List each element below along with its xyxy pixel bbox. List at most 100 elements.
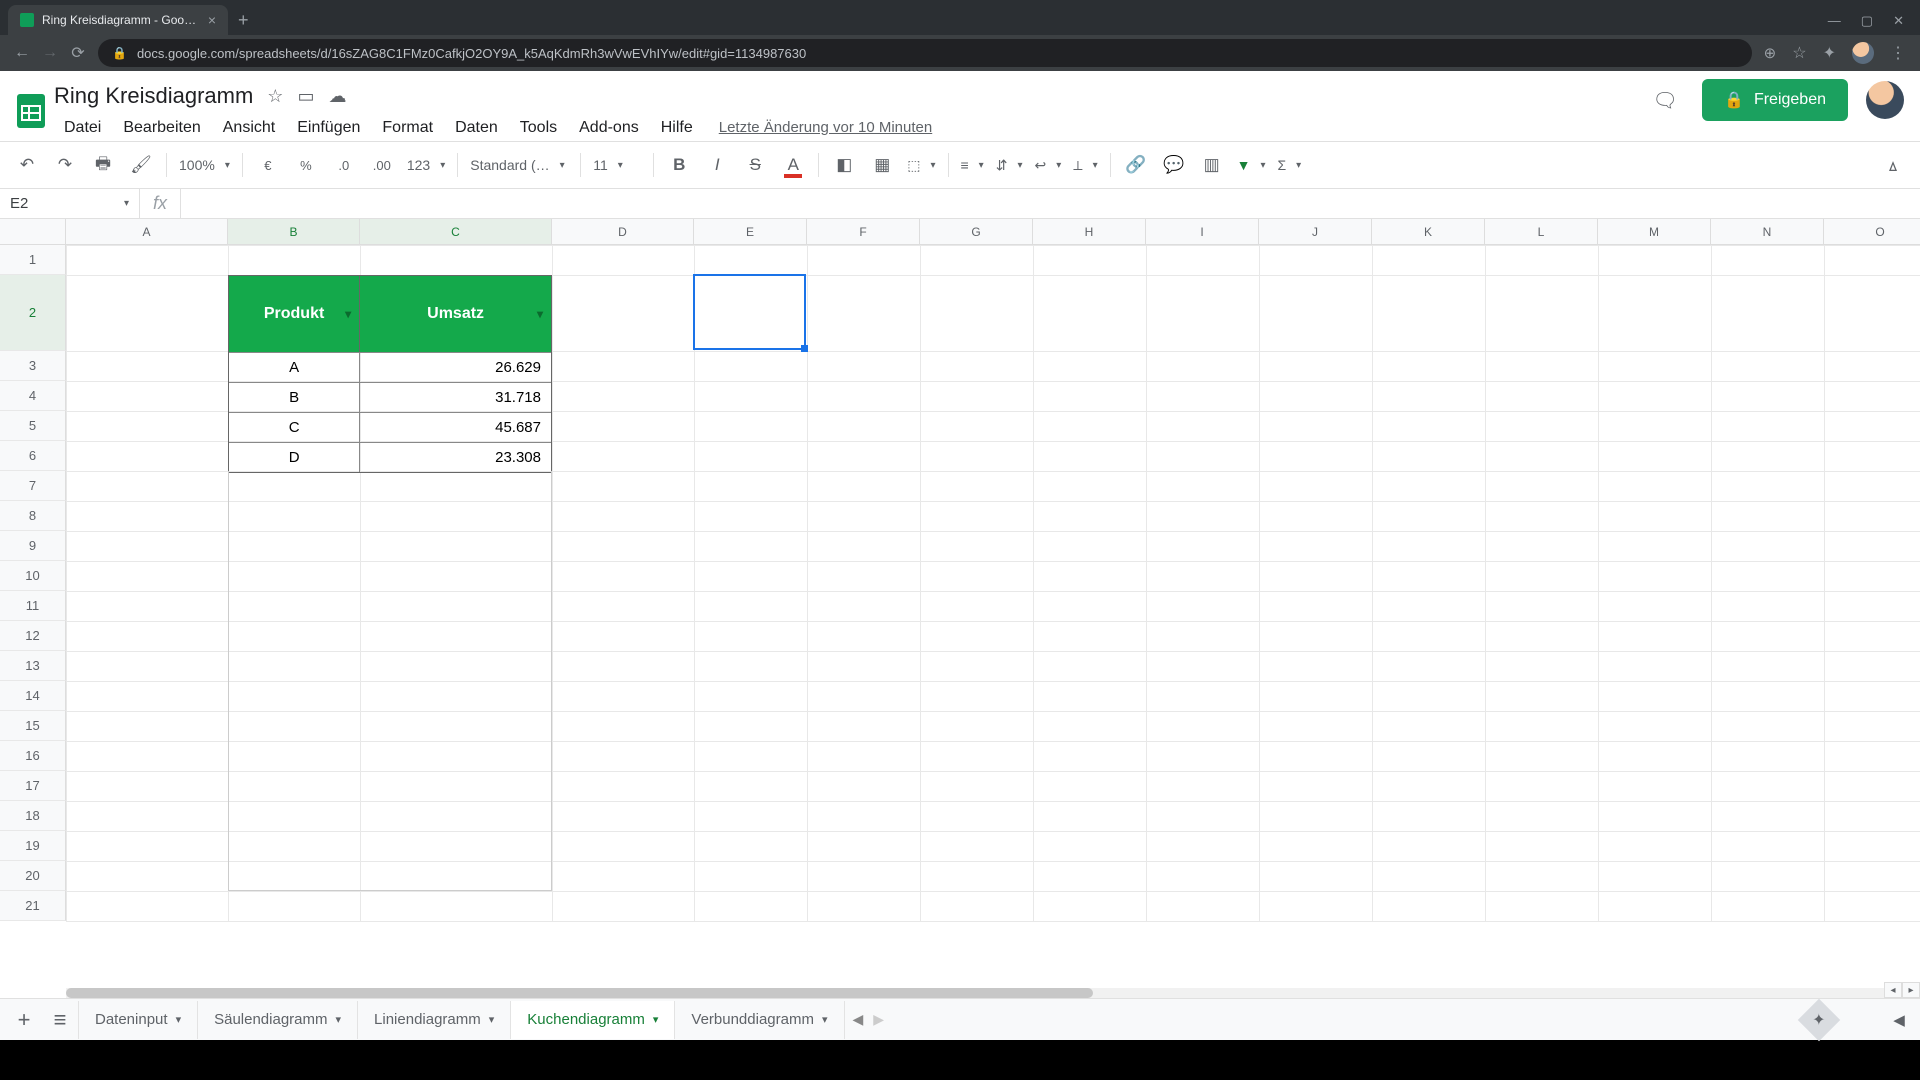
scroll-right-icon[interactable]: ▸ [1902, 982, 1920, 998]
doc-title[interactable]: Ring Kreisdiagramm [54, 83, 253, 109]
menu-datei[interactable]: Datei [54, 115, 111, 141]
sheet-tab[interactable]: Liniendiagramm▾ [358, 1001, 511, 1039]
menu-format[interactable]: Format [372, 115, 443, 141]
side-panel-toggle-icon[interactable]: ◀ [1884, 1011, 1914, 1029]
column-header[interactable]: B [228, 219, 360, 245]
row-header[interactable]: 20 [0, 861, 66, 891]
close-window-icon[interactable]: ✕ [1893, 13, 1904, 29]
vertical-align-button[interactable]: ⇵▾ [990, 150, 1029, 180]
menu-daten[interactable]: Daten [445, 115, 508, 141]
minimize-icon[interactable]: — [1828, 13, 1841, 29]
profile-avatar-icon[interactable] [1852, 42, 1874, 64]
table-cell[interactable]: C [229, 413, 360, 442]
row-header[interactable]: 8 [0, 501, 66, 531]
table-cell[interactable]: 31.718 [360, 383, 551, 412]
menu-ansicht[interactable]: Ansicht [213, 115, 285, 141]
horizontal-scrollbar[interactable] [66, 988, 1900, 998]
selected-cell[interactable] [693, 274, 806, 350]
table-cell[interactable]: 23.308 [360, 443, 551, 472]
address-bar[interactable]: 🔒 docs.google.com/spreadsheets/d/16sZAG8… [98, 39, 1752, 67]
sheet-tab-menu-icon[interactable]: ▾ [653, 1013, 659, 1026]
menu-add-ons[interactable]: Add-ons [569, 115, 649, 141]
sheet-tab-menu-icon[interactable]: ▾ [489, 1013, 495, 1026]
forward-icon[interactable]: → [36, 44, 64, 62]
all-sheets-button[interactable]: ≡ [42, 1002, 78, 1038]
comments-button[interactable]: 🗨 [1646, 81, 1684, 119]
column-header[interactable]: D [552, 219, 694, 245]
column-header[interactable]: K [1372, 219, 1485, 245]
menu-hilfe[interactable]: Hilfe [651, 115, 703, 141]
column-header[interactable]: G [920, 219, 1033, 245]
row-header[interactable]: 14 [0, 681, 66, 711]
row-header[interactable]: 3 [0, 351, 66, 381]
sheet-tab[interactable]: Kuchendiagramm▾ [511, 1001, 675, 1039]
close-tab-icon[interactable]: × [208, 12, 216, 28]
sheet-tab[interactable]: Verbunddiagramm▾ [675, 1001, 844, 1039]
row-header[interactable]: 2 [0, 275, 66, 351]
font-size-select[interactable]: 11▾ [587, 150, 647, 180]
zoom-icon[interactable]: ⊕ [1764, 44, 1777, 62]
filter-icon[interactable]: ▾ [537, 307, 543, 321]
table-cell[interactable]: A [229, 353, 360, 382]
back-icon[interactable]: ← [8, 44, 36, 62]
menu-einfügen[interactable]: Einfügen [287, 115, 370, 141]
table-cell[interactable]: B [229, 383, 360, 412]
column-header[interactable]: F [807, 219, 920, 245]
column-header[interactable]: O [1824, 219, 1920, 245]
fill-color-button[interactable]: ◧ [829, 150, 859, 180]
explore-button[interactable]: ✦ [1798, 998, 1840, 1040]
row-header[interactable]: 1 [0, 245, 66, 275]
row-header[interactable]: 7 [0, 471, 66, 501]
sheet-nav-right-icon[interactable]: ▶ [873, 1011, 884, 1028]
fill-handle[interactable] [801, 345, 808, 352]
column-header[interactable]: J [1259, 219, 1372, 245]
row-header[interactable]: 18 [0, 801, 66, 831]
text-rotation-button[interactable]: ⟂▾ [1067, 150, 1103, 180]
sheet-tab-menu-icon[interactable]: ▾ [336, 1013, 342, 1026]
undo-icon[interactable]: ↶ [12, 150, 42, 180]
reload-icon[interactable]: ⟳ [64, 43, 92, 63]
table-row[interactable]: D23.308 [229, 442, 551, 472]
increase-decimal-button[interactable]: .00 [367, 150, 397, 180]
table-cell[interactable]: 26.629 [360, 353, 551, 382]
table-row[interactable]: C45.687 [229, 412, 551, 442]
extensions-icon[interactable]: ✦ [1823, 43, 1836, 63]
name-box[interactable]: E2▾ [0, 189, 140, 218]
row-header[interactable]: 17 [0, 771, 66, 801]
text-wrap-button[interactable]: ↩▾ [1028, 150, 1067, 180]
formula-input[interactable] [180, 189, 1920, 218]
strikethrough-button[interactable]: S [740, 150, 770, 180]
italic-button[interactable]: I [702, 150, 732, 180]
row-header[interactable]: 12 [0, 621, 66, 651]
spreadsheet-grid[interactable]: ABCDEFGHIJKLMNO 123456789101112131415161… [0, 219, 1920, 998]
paint-format-icon[interactable]: 🖌 [126, 150, 156, 180]
column-header[interactable]: H [1033, 219, 1146, 245]
row-header[interactable]: 9 [0, 531, 66, 561]
browser-tab[interactable]: Ring Kreisdiagramm - Google Tab × [8, 5, 228, 35]
row-header[interactable]: 19 [0, 831, 66, 861]
insert-link-button[interactable]: 🔗 [1121, 150, 1151, 180]
row-header[interactable]: 4 [0, 381, 66, 411]
sheet-tab-menu-icon[interactable]: ▾ [822, 1013, 828, 1026]
collapse-toolbar-icon[interactable]: ㅿ [1878, 150, 1908, 180]
star-icon[interactable]: ☆ [267, 86, 283, 107]
move-icon[interactable]: ▭ [297, 86, 314, 107]
print-icon[interactable]: 🖶 [88, 150, 118, 180]
text-color-button[interactable]: A [778, 150, 808, 180]
sheets-logo-icon[interactable] [8, 79, 54, 141]
column-header[interactable]: M [1598, 219, 1711, 245]
merge-cells-button[interactable]: ⬚▾ [901, 150, 941, 180]
row-header[interactable]: 13 [0, 651, 66, 681]
redo-icon[interactable]: ↷ [50, 150, 80, 180]
table-header-cell[interactable]: Produkt▾ [229, 276, 360, 352]
filter-button[interactable]: ▼▾ [1231, 150, 1272, 180]
bold-button[interactable]: B [664, 150, 694, 180]
functions-button[interactable]: Σ▾ [1272, 150, 1308, 180]
horizontal-align-button[interactable]: ≡▾ [955, 150, 990, 180]
column-header[interactable]: L [1485, 219, 1598, 245]
row-header[interactable]: 15 [0, 711, 66, 741]
table-header-cell[interactable]: Umsatz▾ [360, 276, 551, 352]
sheet-tab-dateninput[interactable]: Dateninput▾ [78, 1001, 198, 1039]
zoom-select[interactable]: 100%▾ [173, 150, 236, 180]
menu-bearbeiten[interactable]: Bearbeiten [113, 115, 210, 141]
